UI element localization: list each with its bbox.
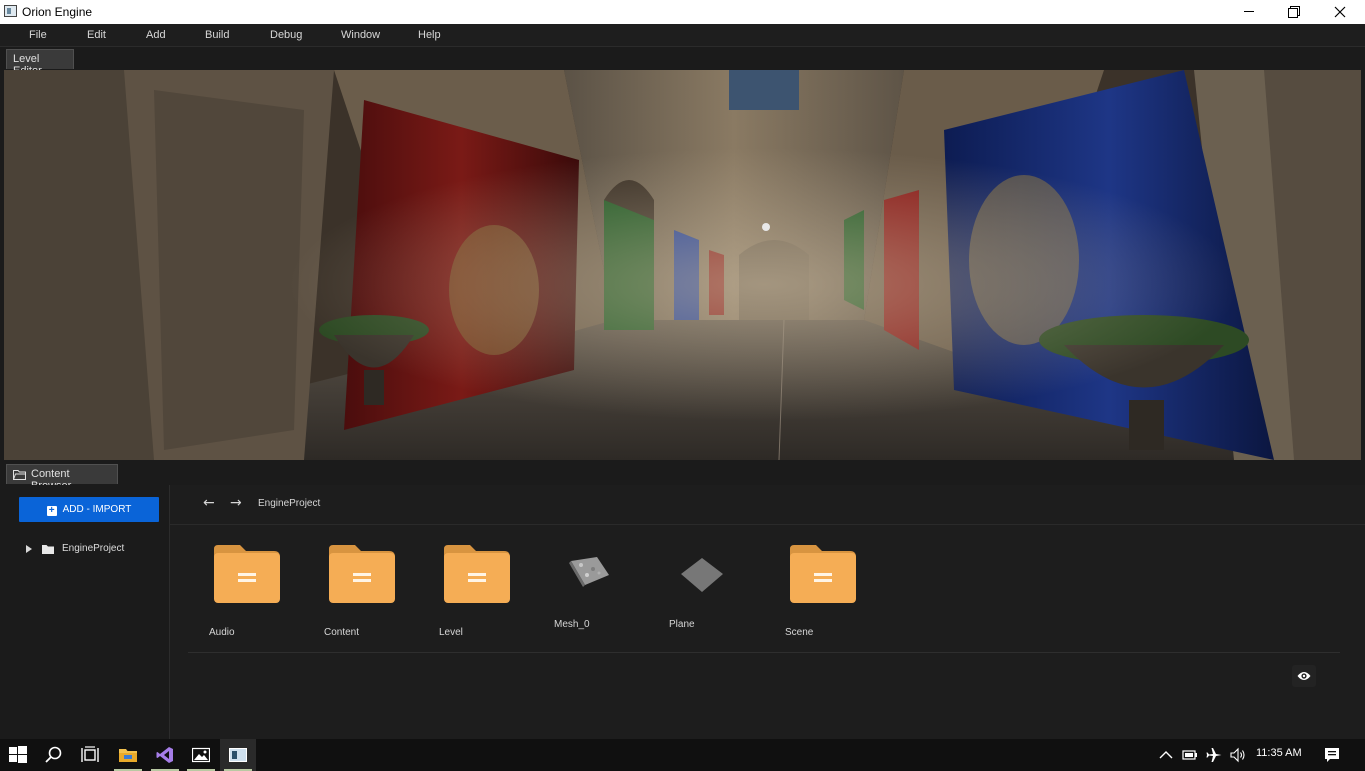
task-view-icon [81, 746, 99, 762]
asset-item-content[interactable]: Content [324, 545, 419, 645]
asset-item-audio[interactable]: Audio [209, 545, 304, 645]
photos-icon [192, 747, 210, 763]
search-button[interactable] [36, 739, 72, 771]
eye-icon [1297, 672, 1311, 680]
app-window: Orion Engine File Edit Add Build Debug W… [0, 0, 1365, 771]
menu-bar: File Edit Add Build Debug Window Help [0, 24, 1365, 47]
close-button[interactable] [1317, 0, 1363, 24]
asset-item-level[interactable]: Level [439, 545, 534, 645]
menu-window[interactable]: Window [341, 29, 380, 41]
back-arrow-icon[interactable]: ← [203, 495, 215, 511]
folder-icon [329, 545, 395, 603]
folder-icon [42, 545, 54, 554]
asset-item-scene[interactable]: Scene [785, 545, 880, 645]
close-icon [1334, 6, 1346, 18]
windows-start-icon [9, 746, 27, 763]
system-clock[interactable]: 11:35 AM [1256, 747, 1302, 759]
title-bar: Orion Engine [0, 0, 1365, 24]
expand-arrow-icon[interactable] [26, 545, 32, 553]
asset-item-label: Audio [209, 627, 235, 638]
tab-level-editor[interactable]: Level Editor [6, 49, 74, 77]
asset-item-label: Level [439, 627, 463, 638]
add-import-label: ADD - IMPORT [62, 504, 132, 515]
folder-tree-panel: + ADD - IMPORT EngineProject [0, 485, 170, 739]
level-viewport[interactable] [4, 70, 1361, 460]
asset-item-mesh-0[interactable]: Mesh_0 [554, 545, 649, 645]
folder-icon [790, 545, 856, 603]
folder-icon [444, 545, 510, 603]
folder-icon [214, 545, 280, 603]
restore-button[interactable] [1271, 0, 1317, 24]
content-browser: + ADD - IMPORT EngineProject ← → EnginePr… [0, 485, 1365, 739]
asset-item-label: Scene [785, 627, 814, 638]
plus-icon: + [46, 506, 57, 516]
forward-arrow-icon[interactable]: → [230, 495, 242, 511]
window-title: Orion Engine [22, 5, 93, 19]
volume-icon[interactable] [1230, 747, 1246, 763]
file-explorer-icon [119, 749, 137, 762]
asset-item-label: Mesh_0 [554, 619, 590, 630]
task-view-button[interactable] [72, 739, 108, 771]
battery-icon[interactable] [1182, 747, 1198, 763]
mesh-thumbnail-icon [569, 557, 609, 587]
menu-help[interactable]: Help [418, 29, 441, 41]
taskbar-visual-studio[interactable] [147, 739, 183, 771]
asset-item-label: Content [324, 627, 360, 638]
menu-debug[interactable]: Debug [270, 29, 302, 41]
asset-item-label: Plane [669, 619, 695, 630]
show-hidden-icons-icon[interactable] [1158, 747, 1174, 763]
visibility-toggle-button[interactable] [1292, 665, 1316, 687]
search-icon [45, 746, 62, 763]
action-center-icon[interactable] [1324, 747, 1340, 763]
current-path: EngineProject [258, 498, 321, 509]
plane-thumbnail-icon [681, 558, 723, 592]
content-browser-nav: ← → EngineProject [170, 485, 1365, 525]
taskbar-file-explorer[interactable] [110, 739, 146, 771]
app-icon [4, 5, 17, 17]
menu-file[interactable]: File [29, 29, 47, 41]
add-import-button[interactable]: + ADD - IMPORT [19, 497, 159, 522]
content-divider [188, 652, 1340, 653]
asset-item-plane[interactable]: Plane [669, 545, 764, 645]
menu-build[interactable]: Build [205, 29, 229, 41]
menu-add[interactable]: Add [146, 29, 166, 41]
tree-item-label: EngineProject [62, 543, 125, 554]
airplane-mode-icon[interactable] [1206, 747, 1222, 763]
tab-content-browser[interactable]: Content Browser [6, 464, 118, 492]
menu-edit[interactable]: Edit [87, 29, 106, 41]
scene-render [4, 70, 1361, 460]
taskbar: 11:35 AM [0, 739, 1365, 771]
taskbar-orion-engine[interactable] [220, 739, 256, 771]
visual-studio-icon [156, 747, 173, 763]
start-button[interactable] [0, 739, 36, 771]
orion-engine-icon [229, 748, 247, 762]
folder-open-icon [13, 470, 26, 480]
minimize-button[interactable] [1226, 0, 1272, 24]
taskbar-photos[interactable] [183, 739, 219, 771]
